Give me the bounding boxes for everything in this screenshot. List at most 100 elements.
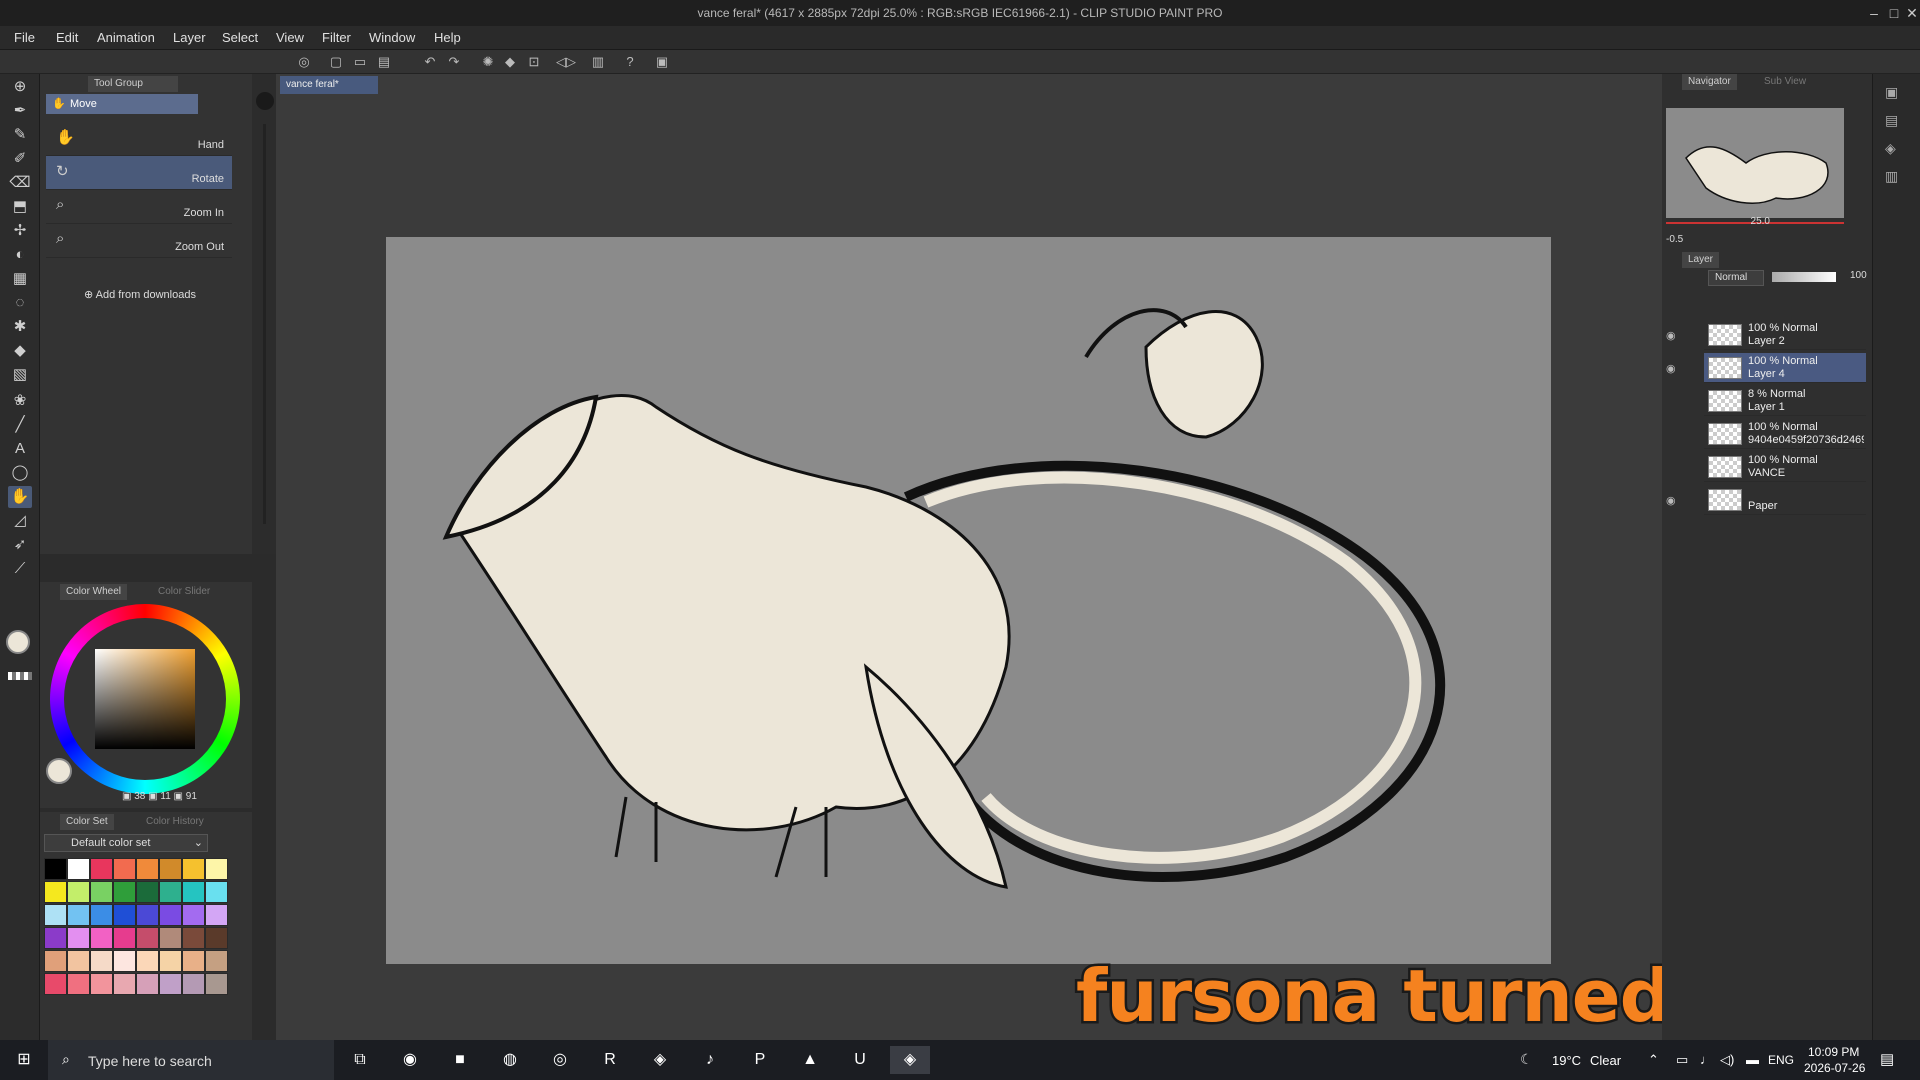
- color-slider-tab[interactable]: Color Slider: [152, 584, 216, 600]
- color-swatch[interactable]: [205, 950, 228, 972]
- ruler-icon[interactable]: ▥: [588, 53, 608, 71]
- color-swatch[interactable]: [136, 881, 159, 903]
- transform-icon[interactable]: ⊡: [524, 53, 544, 71]
- color-swatch[interactable]: [113, 858, 136, 880]
- menu-window[interactable]: Window: [369, 30, 415, 45]
- clip-studio-taskbar-icon[interactable]: ◈: [640, 1046, 680, 1074]
- sub-tool-zoom-out[interactable]: ⌕ Zoom Out: [46, 224, 232, 258]
- color-swatch[interactable]: [182, 950, 205, 972]
- open-file-icon[interactable]: ▭: [350, 53, 370, 71]
- rockstar-icon[interactable]: R: [590, 1046, 630, 1074]
- undo-icon[interactable]: ↶: [420, 53, 440, 71]
- color-swatch[interactable]: [113, 950, 136, 972]
- color-swatch[interactable]: [136, 927, 159, 949]
- fill-icon[interactable]: ◆: [500, 53, 520, 71]
- close-button[interactable]: ✕: [1900, 2, 1920, 24]
- document-tab[interactable]: vance feral*: [280, 76, 378, 94]
- move-layer-icon[interactable]: ✢: [8, 220, 32, 242]
- sub-tool-move[interactable]: ✋ Move: [46, 94, 198, 114]
- color-swatch[interactable]: [205, 904, 228, 926]
- color-swatch[interactable]: [113, 927, 136, 949]
- menu-edit[interactable]: Edit: [56, 30, 78, 45]
- color-swatch[interactable]: [90, 904, 113, 926]
- pencil-icon[interactable]: ✎: [8, 124, 32, 146]
- color-swatch[interactable]: [159, 904, 182, 926]
- color-swatch[interactable]: [44, 881, 67, 903]
- color-swatch[interactable]: [67, 858, 90, 880]
- clock-date[interactable]: 2026-07-26: [1804, 1061, 1865, 1075]
- chrome-icon[interactable]: ◍: [490, 1046, 530, 1074]
- color-swatch[interactable]: [159, 858, 182, 880]
- network-icon[interactable]: ▭: [1676, 1052, 1688, 1068]
- color-swatch[interactable]: [44, 927, 67, 949]
- magic-wand-icon[interactable]: ✱: [8, 316, 32, 338]
- unreal-icon[interactable]: U: [840, 1046, 880, 1074]
- ruler-tool-icon[interactable]: ◿: [8, 510, 32, 532]
- text-icon[interactable]: A: [8, 438, 32, 460]
- color-swatch[interactable]: [44, 858, 67, 880]
- windows-start-icon[interactable]: ⊞: [4, 1046, 44, 1074]
- layer-row[interactable]: 100 % Normal Layer 2: [1704, 320, 1866, 350]
- color-swatch[interactable]: [67, 904, 90, 926]
- brush-size-slider[interactable]: [263, 124, 266, 524]
- color-swatch[interactable]: [113, 973, 136, 995]
- color-swatch[interactable]: [205, 881, 228, 903]
- eyedropper-move-icon[interactable]: ⊕: [8, 76, 32, 98]
- color-swatch[interactable]: [67, 950, 90, 972]
- layer-property-icon[interactable]: ▣: [1885, 84, 1898, 101]
- color-swatch[interactable]: [136, 858, 159, 880]
- color-swatch[interactable]: [67, 973, 90, 995]
- layers-icon[interactable]: ◈: [1885, 140, 1896, 157]
- navigator-tab[interactable]: Navigator: [1682, 74, 1737, 90]
- navigator-preview[interactable]: [1666, 108, 1844, 218]
- redo-icon[interactable]: ↷: [444, 53, 464, 71]
- color-swatch[interactable]: [90, 881, 113, 903]
- flip-icon[interactable]: ◁▷: [556, 53, 576, 71]
- color-swatch[interactable]: [136, 950, 159, 972]
- color-swatch[interactable]: [90, 950, 113, 972]
- main-color-swatch[interactable]: [6, 630, 30, 654]
- layer-row[interactable]: 100 % Normal VANCE: [1704, 452, 1866, 482]
- sub-tool-zoom-in[interactable]: ⌕ Zoom In: [46, 190, 232, 224]
- layer-opacity-slider[interactable]: [1772, 272, 1836, 282]
- color-swatch[interactable]: [205, 973, 228, 995]
- zoom-slider[interactable]: 25.0: [1666, 216, 1770, 228]
- taskbar-search-box[interactable]: ⌕ Type here to search: [48, 1040, 334, 1080]
- color-set-dropdown[interactable]: Default color set ⌄: [44, 834, 208, 852]
- display-icon[interactable]: ▬: [1746, 1052, 1759, 1067]
- color-swatch[interactable]: [205, 858, 228, 880]
- blend-mode-dropdown[interactable]: Normal: [1708, 270, 1764, 286]
- blend-icon[interactable]: ⬒: [8, 196, 32, 218]
- canvas-area[interactable]: vance feral* fursona turned feral: [276, 74, 1882, 1041]
- color-swatch[interactable]: [182, 904, 205, 926]
- language-indicator[interactable]: ENG: [1768, 1053, 1794, 1067]
- clock-time[interactable]: 10:09 PM: [1808, 1045, 1859, 1059]
- layer-row[interactable]: Paper: [1704, 485, 1866, 515]
- clip-studio-icon[interactable]: ◎: [294, 53, 314, 71]
- color-swatch[interactable]: [159, 950, 182, 972]
- menu-file[interactable]: File: [14, 30, 35, 45]
- menu-select[interactable]: Select: [222, 30, 258, 45]
- fill-bucket-icon[interactable]: ◐: [8, 244, 32, 266]
- color-swatch[interactable]: [90, 858, 113, 880]
- layer-row[interactable]: 100 % Normal9404e0459f20736d24694bdf: [1704, 419, 1866, 449]
- color-swatch[interactable]: [67, 927, 90, 949]
- color-wheel-tab[interactable]: Color Wheel: [60, 584, 128, 600]
- add-from-downloads-button[interactable]: ⊕ Add from downloads: [84, 288, 196, 301]
- color-swatch[interactable]: [182, 881, 205, 903]
- lasso-icon[interactable]: ◌: [8, 292, 32, 314]
- visibility-eye-icon[interactable]: ◉: [1666, 329, 1676, 342]
- clip-studio-active-icon[interactable]: ◈: [890, 1046, 930, 1074]
- task-view-icon[interactable]: ⧉: [340, 1046, 380, 1074]
- sub-tool-hand[interactable]: ✋ Hand: [46, 122, 232, 156]
- menu-filter[interactable]: Filter: [322, 30, 351, 45]
- clear-icon[interactable]: ✺: [478, 53, 498, 71]
- menu-help[interactable]: Help: [434, 30, 461, 45]
- sub-tool-rotate[interactable]: ↻ Rotate: [46, 156, 232, 190]
- color-swatch[interactable]: [136, 973, 159, 995]
- canvas-paper[interactable]: [386, 237, 1551, 964]
- eraser-icon[interactable]: ⌫: [8, 172, 32, 194]
- new-file-icon[interactable]: ▢: [326, 53, 346, 71]
- rotation-slider[interactable]: -0.5: [1666, 234, 1766, 246]
- color-swatch[interactable]: [182, 973, 205, 995]
